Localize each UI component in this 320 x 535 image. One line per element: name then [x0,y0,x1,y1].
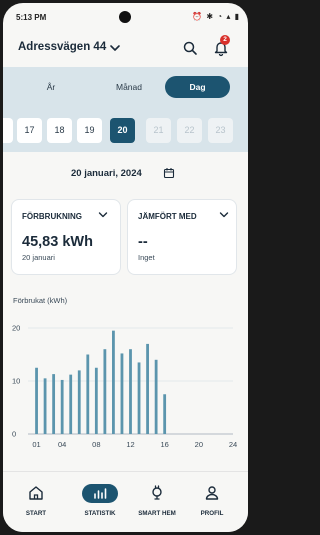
bar-hour-07[interactable] [86,354,90,435]
date-cell-19[interactable]: 19 [77,118,102,143]
nav-start[interactable]: START [7,472,65,532]
bar-hour-08[interactable] [94,367,98,434]
nav-smart-hem[interactable]: SMART HEM [128,472,186,532]
chart-y-axis-title: Förbrukat (kWh) [13,296,68,305]
app-screen: 5:13 PM ⏰ ✱ ◔ ▴ ▮ Adressvägen 44 2 År Må… [3,3,248,532]
bar-hour-16[interactable] [163,394,167,434]
compare-sub: Inget [138,253,155,262]
bar-hour-14[interactable] [146,343,149,434]
calendar-icon[interactable] [163,167,175,179]
bar-hour-15[interactable] [154,359,158,434]
y-tick-label: 20 [12,324,20,333]
nav-smart-hem-label: SMART HEM [138,510,176,517]
consumption-title: FÖRBRUKNING [22,212,82,221]
status-time: 5:13 PM [16,13,47,22]
consumption-date: 20 januari [22,253,55,262]
date-cell-21: 21 [146,118,171,143]
consumption-bar-chart: 0 10 20 01 04 08 12 16 20 24 [12,324,237,450]
nav-statistik[interactable]: STATISTIK [71,472,129,532]
notification-badge: 2 [220,35,230,45]
x-tick-label: 20 [195,440,203,449]
top-bar: Adressvägen 44 2 [3,33,248,65]
bar-hour-01[interactable] [35,367,38,434]
date-cell-18[interactable]: 18 [47,118,72,143]
camera-cutout [119,11,131,23]
compare-value: -- [138,234,148,250]
nav-profil-label: PROFIL [200,510,224,517]
tab-month[interactable]: Månad [101,76,157,98]
bar-hour-06[interactable] [77,370,81,434]
date-cell-20-selected[interactable]: 20 [110,118,135,143]
date-cell-16[interactable]: 6 [3,118,13,143]
consumption-value: 45,83 kWh [22,234,93,250]
compare-card[interactable]: JÄMFÖRT MED -- Inget [127,199,237,275]
status-icons: ⏰ ✱ ◔ ▴ ▮ [192,12,240,21]
selected-date-row[interactable]: 20 januari, 2024 [3,166,248,182]
statistics-icon [94,488,107,499]
nav-profil[interactable]: PROFIL [183,472,241,532]
y-tick-label: 0 [12,430,16,439]
home-icon [29,486,43,500]
x-tick-label: 08 [92,440,100,449]
date-cell-23: 23 [208,118,233,143]
bar-hour-02[interactable] [43,378,47,434]
chevron-down-icon[interactable] [97,209,109,221]
bar-hour-10[interactable] [112,330,115,434]
period-selector: År Månad Dag 6 17 18 19 20 21 22 23 [3,67,248,152]
date-cell-17[interactable]: 17 [17,118,42,143]
bar-hour-13[interactable] [137,362,141,434]
bar-hour-11[interactable] [120,353,124,434]
x-tick-label: 16 [160,440,168,449]
tab-day[interactable]: Dag [165,76,230,98]
tab-year[interactable]: År [27,76,75,98]
chevron-down-icon[interactable] [218,209,230,221]
compare-title: JÄMFÖRT MED [138,212,197,221]
bar-hour-12[interactable] [129,349,132,434]
x-tick-label: 01 [32,440,40,449]
nav-statistik-label: STATISTIK [84,510,116,517]
y-tick-label: 10 [12,377,20,386]
smart-plug-icon [152,485,162,500]
x-tick-label: 12 [126,440,134,449]
bottom-navigation: START STATISTIK SMART HEM PROFIL [3,471,248,532]
selected-date: 20 januari, 2024 [71,168,142,179]
bar-hour-03[interactable] [52,374,56,434]
consumption-card[interactable]: FÖRBRUKNING 45,83 kWh 20 januari [11,199,121,275]
date-cell-22: 22 [177,118,202,143]
bar-hour-04[interactable] [60,379,64,434]
bar-hour-05[interactable] [69,374,73,434]
x-tick-label: 24 [229,440,237,449]
bar-hour-09[interactable] [103,349,107,434]
profile-icon [205,486,219,500]
status-bar: 5:13 PM ⏰ ✱ ◔ ▴ ▮ [3,3,248,29]
nav-start-label: START [25,510,47,517]
x-tick-label: 04 [58,440,66,449]
chevron-down-icon[interactable] [108,41,122,55]
address-selector-label[interactable]: Adressvägen 44 [18,41,106,53]
search-icon[interactable] [182,40,198,56]
